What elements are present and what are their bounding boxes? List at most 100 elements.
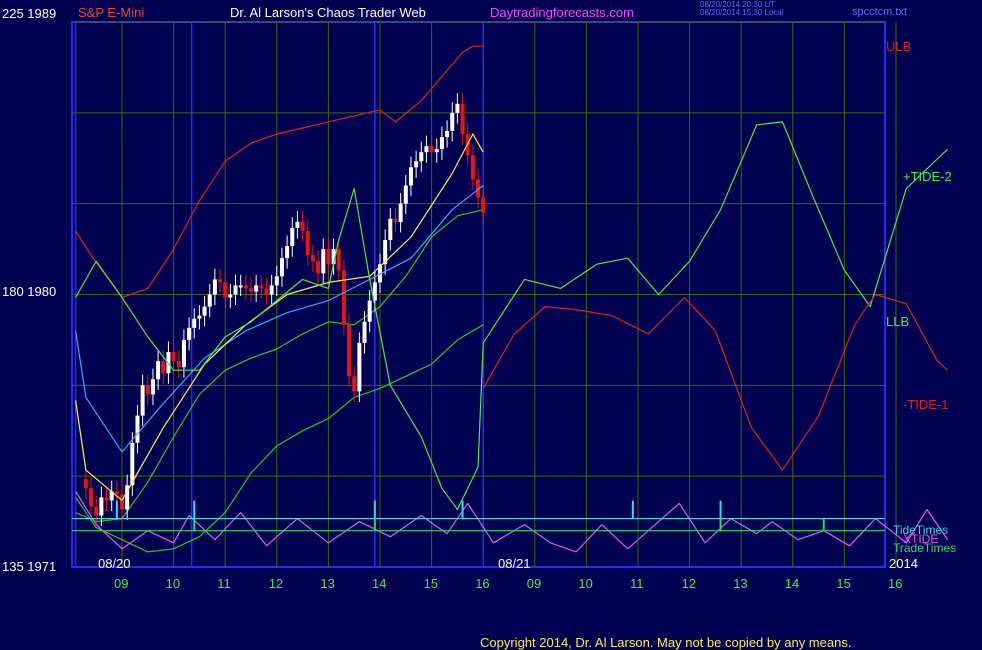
price-candle: [310, 255, 315, 262]
price-candle: [249, 288, 253, 292]
x-tick-label: 11: [630, 576, 644, 591]
price-candle: [429, 146, 434, 153]
price-candle: [233, 285, 238, 295]
price-candle: [150, 379, 155, 395]
price-candle: [202, 306, 207, 316]
price-candle: [254, 285, 259, 292]
price-candle: [269, 285, 274, 295]
price-candle: [403, 185, 408, 204]
price-candle: [120, 494, 124, 510]
price-candle: [450, 112, 455, 131]
grid-lines: [72, 21, 897, 567]
price-candle: [305, 230, 310, 256]
price-candle: [408, 167, 413, 186]
site-link[interactable]: Daytradingforecasts.com: [490, 6, 634, 19]
slow-moving-average: [75, 185, 484, 453]
price-candle: [357, 342, 362, 392]
x-tick-label: 14: [372, 576, 387, 591]
price-candle: [470, 155, 475, 180]
price-candle: [156, 361, 161, 380]
price-candle: [316, 261, 321, 274]
price-candle: [228, 294, 233, 298]
price-candle: [218, 279, 223, 283]
price-candle: [367, 300, 372, 322]
price-candle: [295, 221, 300, 228]
price-candle: [83, 479, 88, 489]
symbol-label: S&P E-Mini: [78, 5, 145, 20]
price-candle: [285, 246, 290, 259]
tide-minus-1-line: [482, 293, 948, 471]
date-start-label: 08/20: [98, 556, 131, 571]
copyright: Copyright 2014, Dr. Al Larson. May not b…: [480, 635, 852, 650]
price-candle: [187, 327, 192, 340]
price-candle: [207, 294, 212, 307]
price-candle: [439, 137, 444, 150]
tide-layer: [75, 121, 949, 553]
price-candle: [290, 227, 295, 247]
x-tick-label: 11: [217, 576, 231, 591]
price-candle: [455, 103, 460, 113]
x-tick-label: 16: [475, 576, 490, 591]
price-candle: [243, 285, 248, 289]
price-candle: [197, 315, 202, 319]
x-tick-label: 10: [165, 576, 181, 591]
price-candle: [94, 506, 99, 516]
price-candle: [347, 324, 352, 377]
x-tick-label: 14: [784, 576, 800, 591]
x-tick-label: 16: [888, 576, 903, 591]
fast-moving-average: [75, 133, 484, 501]
price-candle: [388, 218, 393, 240]
price-candle: [326, 249, 331, 265]
tide-minus-label: -TIDE-1: [903, 397, 949, 412]
trade-times-label: TradeTimes: [893, 541, 957, 555]
price-candle: [445, 131, 450, 138]
price-candle: [414, 161, 419, 168]
price-candle: [336, 249, 341, 271]
moving-average-layer: [75, 133, 484, 501]
price-candle: [176, 361, 181, 368]
price-candle: [279, 258, 284, 277]
price-candle: [89, 488, 94, 507]
price-candle: [362, 321, 367, 343]
x-tick-label: 12: [268, 576, 284, 591]
llb-label: LLB: [886, 314, 910, 329]
price-candle: [264, 288, 269, 295]
date-mid-label: 08/21: [498, 556, 531, 571]
left-axis-top-label: 225 1989: [2, 6, 57, 21]
price-candle: [352, 376, 357, 392]
price-candle: [114, 491, 119, 495]
price-candle: [398, 203, 403, 222]
xtide-line: [75, 490, 949, 553]
price-candle: [259, 285, 264, 289]
x-tick-label: 13: [733, 576, 748, 591]
price-candle: [393, 218, 398, 222]
x-tick-label: 12: [681, 576, 697, 591]
x-tick-label: 10: [578, 576, 593, 591]
tide-plus-label: +TIDE-2: [903, 169, 952, 184]
price-candle: [419, 152, 424, 162]
x-tick-label: 09: [114, 576, 129, 591]
price-candle: [341, 270, 346, 325]
price-candle: [321, 249, 326, 274]
timing-layer: [72, 500, 885, 532]
price-candle: [460, 103, 465, 135]
price-candle: [434, 149, 439, 153]
file-name-label: spcctcm.txt: [852, 6, 908, 18]
price-candle: [424, 146, 429, 153]
chart-plot: [71, 21, 949, 568]
price-candle: [161, 361, 166, 374]
price-candle: [181, 339, 186, 368]
price-candle: [99, 497, 104, 516]
price-candle: [104, 497, 109, 501]
price-candle: [135, 415, 140, 443]
left-axis-mid-label: 180 1980: [2, 284, 57, 299]
price-candle: [212, 279, 217, 295]
x-tick-label: 15: [836, 576, 851, 591]
timestamp-local: 08/20/2014 15:30 Local: [700, 8, 784, 17]
price-candle: [238, 285, 243, 288]
price-candle: [300, 221, 305, 231]
chart-window: 225 1989 S&P E-Mini Dr. Al Larson's Chao…: [0, 0, 982, 650]
ulb-label: ULB: [886, 39, 912, 54]
year-label: 2014: [889, 556, 918, 571]
ulb-line: [75, 45, 484, 299]
